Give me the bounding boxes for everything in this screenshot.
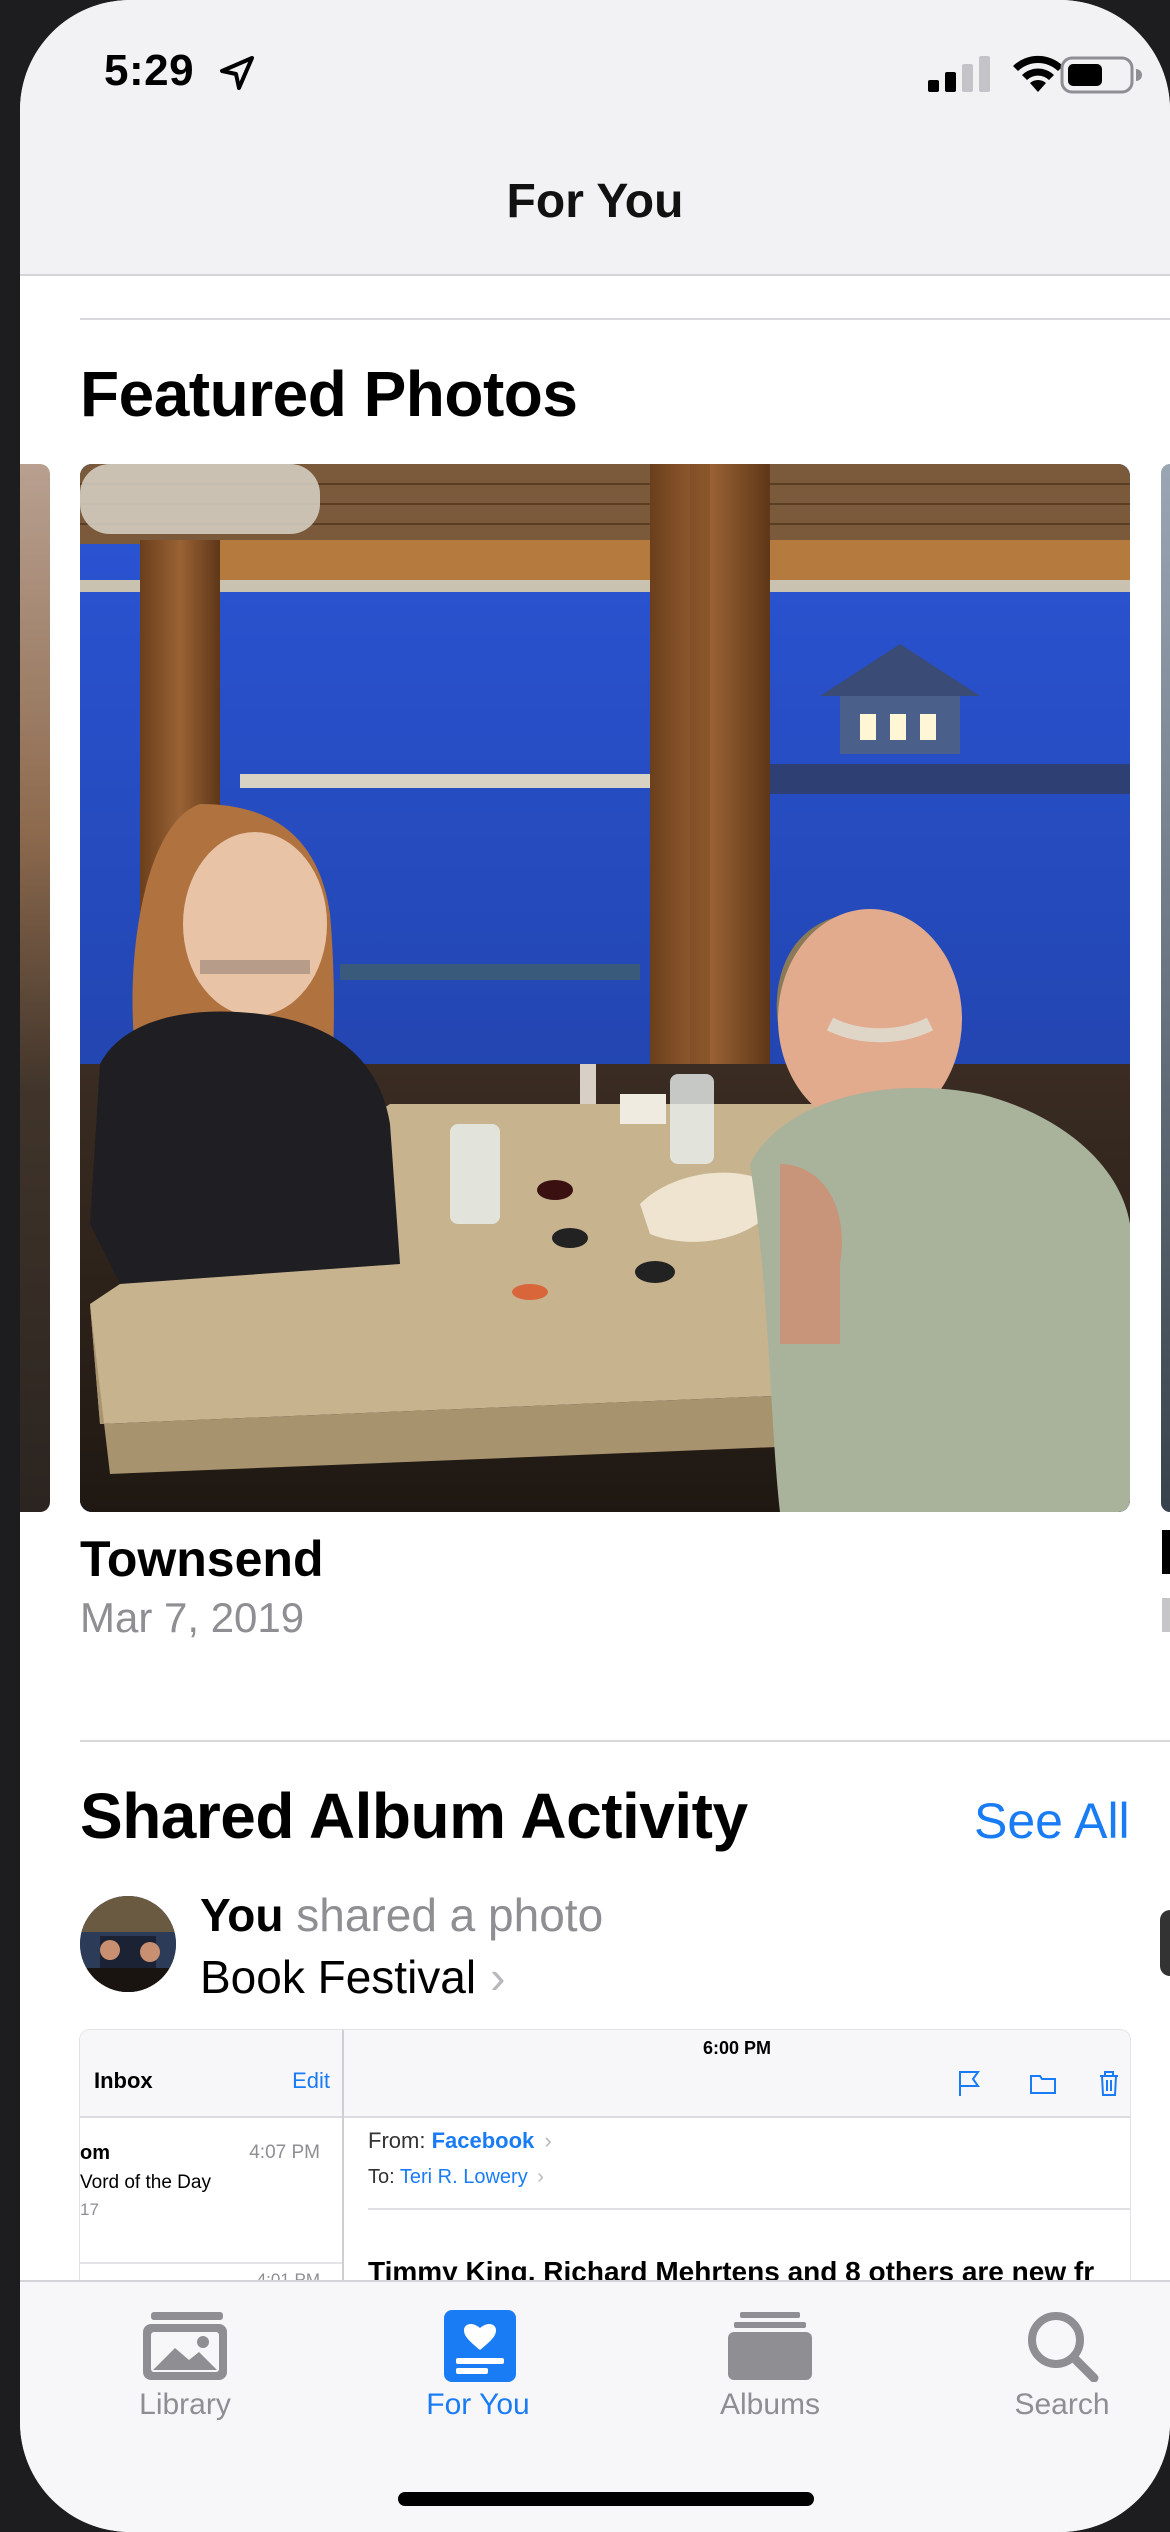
for-you-icon xyxy=(444,2310,516,2382)
mail-from-line: From: Facebook › xyxy=(368,2128,552,2154)
chevron-right-icon: › xyxy=(544,2128,552,2153)
photo-stack-icon xyxy=(143,2312,227,2380)
featured-photo-image xyxy=(80,464,1130,1512)
battery-icon xyxy=(1060,56,1142,94)
album-name: Book Festival xyxy=(200,1951,477,2003)
shared-album-activity-heading: Shared Album Activity xyxy=(80,1780,748,1852)
page-title: For You xyxy=(506,175,684,228)
activity-actor: You xyxy=(200,1889,284,1941)
mail-header-divider xyxy=(368,2208,1130,2210)
chevron-right-icon: › xyxy=(490,1951,506,2003)
mail-row-subject: Vord of the Day xyxy=(80,2172,211,2193)
mail-to-value: Teri R. Lowery xyxy=(399,2166,528,2188)
tab-label: Library xyxy=(139,2388,231,2421)
mail-to-line: To: Teri R. Lowery › xyxy=(368,2166,544,2189)
trash-icon xyxy=(1100,2071,1118,2096)
tab-albums[interactable]: Albums xyxy=(650,2310,890,2450)
mail-row-time: 4:01 PM xyxy=(256,2270,320,2280)
mail-from-value: Facebook xyxy=(431,2128,535,2153)
navigation-header: 5:29 For You xyxy=(20,0,1170,276)
featured-photo[interactable] xyxy=(80,464,1130,1512)
mail-row-time: 4:07 PM xyxy=(249,2142,320,2163)
tab-label: Search xyxy=(1014,2388,1110,2421)
mail-message-header: 6:00 PM xyxy=(344,2030,1130,2118)
mail-row-preview: 17 xyxy=(80,2200,99,2219)
home-indicator[interactable] xyxy=(398,2492,814,2506)
shared-photo[interactable]: Inbox Edit om 4:07 PM Vord of the Day 17… xyxy=(80,2030,1130,2280)
mail-to-label: To: xyxy=(368,2166,395,2188)
tab-label: Albums xyxy=(719,2388,821,2421)
flag-icon xyxy=(959,2071,980,2096)
mail-from-label: From: xyxy=(368,2128,426,2153)
see-all-link[interactable]: See All xyxy=(974,1792,1130,1850)
mail-sidebar-header: Inbox Edit xyxy=(80,2030,342,2118)
status-time: 5:29 xyxy=(104,46,195,95)
tab-label: For You xyxy=(426,2388,530,2421)
tab-library[interactable]: Library xyxy=(65,2310,305,2450)
activity-action: shared a photo xyxy=(296,1889,604,1941)
album-link[interactable]: Book Festival › xyxy=(200,1950,505,2004)
featured-photo-date: Mar 7, 2019 xyxy=(80,1594,305,1641)
tab-for-you[interactable]: For You xyxy=(358,2310,598,2450)
mail-row-sender: om xyxy=(80,2142,110,2164)
mail-sidebar: Inbox Edit om 4:07 PM Vord of the Day 17… xyxy=(80,2030,344,2280)
mail-subject: Timmy King, Richard Mehrtens and 8 other… xyxy=(368,2256,1095,2280)
albums-icon xyxy=(728,2312,812,2380)
search-icon xyxy=(1028,2312,1099,2382)
folder-icon xyxy=(1030,2075,1056,2094)
avatar[interactable] xyxy=(80,1896,176,1992)
tab-search[interactable]: Search xyxy=(942,2310,1170,2450)
previous-featured-photo[interactable] xyxy=(20,464,50,1512)
featured-photos-heading: Featured Photos xyxy=(80,358,578,430)
activity-description: You shared a photo xyxy=(200,1888,603,1942)
phone-screen: 5:29 For You Featured Photos Townsend Ma… xyxy=(20,0,1170,2532)
cellular-signal-icon xyxy=(928,56,990,92)
next-photo-title-peek xyxy=(1162,1530,1170,1574)
next-photo-date-peek xyxy=(1162,1598,1170,1632)
section-divider xyxy=(80,1740,1170,1742)
avatar-thumbnail xyxy=(80,1896,176,1992)
mail-edit-label: Edit xyxy=(292,2068,330,2093)
mail-row-divider xyxy=(80,2262,342,2264)
next-activity-peek xyxy=(1160,1910,1170,1976)
next-featured-photo[interactable] xyxy=(1161,464,1170,1512)
section-divider xyxy=(80,318,1170,320)
location-arrow-icon xyxy=(220,56,254,90)
chevron-right-icon: › xyxy=(537,2166,544,2188)
mail-inbox-label: Inbox xyxy=(94,2068,153,2093)
featured-photo-title: Townsend xyxy=(80,1531,324,1587)
mail-status-time: 6:00 PM xyxy=(702,2038,772,2058)
wifi-icon xyxy=(1013,55,1063,92)
